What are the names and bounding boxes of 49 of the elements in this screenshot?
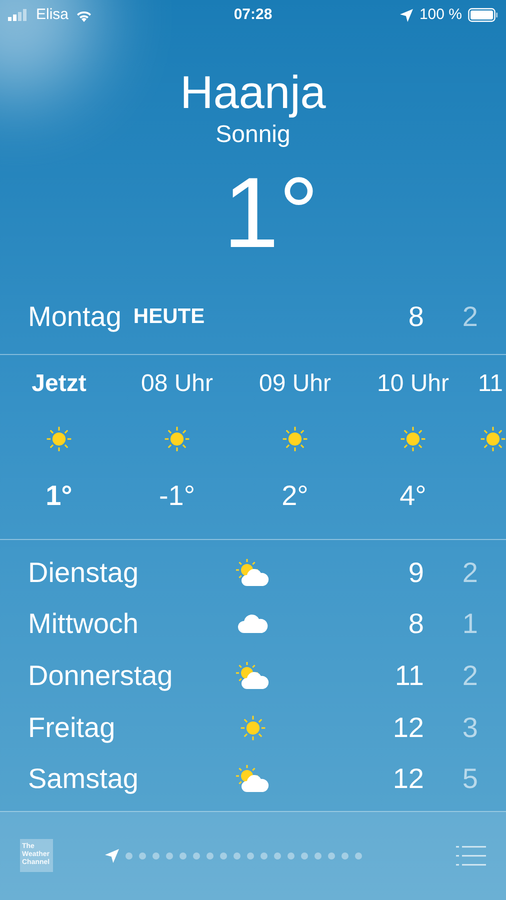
battery-percentage: 100 % (419, 4, 462, 25)
day-name: Montag (28, 300, 122, 334)
hour-temperature: 4° (400, 479, 426, 513)
clock-time: 07:28 (234, 4, 272, 25)
high-temperature: 11 (394, 658, 424, 693)
low-temperature: 1 (461, 607, 478, 642)
hour-temperature: 1° (46, 479, 72, 513)
sun-behind-cloud-icon (235, 660, 271, 691)
high-temperature: 8 (407, 300, 424, 334)
low-temperature: 2 (461, 556, 478, 590)
hour-temperature: 2° (282, 479, 308, 513)
location-arrow-icon[interactable] (104, 848, 118, 863)
page-dots[interactable] (124, 852, 364, 860)
wifi-icon (74, 8, 93, 22)
location-arrow-icon (400, 8, 414, 22)
high-temperature: 8 (407, 607, 424, 642)
day-name: Freitag (28, 710, 116, 745)
high-temperature: 12 (392, 762, 424, 796)
hour-label: 08 Uhr (140, 369, 214, 399)
low-temperature: 3 (461, 710, 478, 745)
sun-icon (398, 424, 428, 454)
high-temperature: 12 (392, 710, 424, 745)
high-temperature: 9 (407, 556, 424, 590)
cloud-icon (237, 613, 269, 636)
sun-icon (478, 424, 506, 454)
low-temperature: 5 (461, 762, 478, 796)
hour-temperature: -1° (158, 479, 196, 513)
today-label: HEUTE (133, 304, 206, 330)
battery-icon (468, 8, 498, 22)
day-name: Dienstag (28, 556, 140, 590)
sun-icon (44, 424, 74, 454)
day-name: Mittwoch (28, 607, 140, 642)
hour-label: 11 (478, 369, 503, 399)
sun-icon (280, 424, 310, 454)
weather-condition: Sonnig (216, 120, 290, 150)
sun-icon (162, 424, 192, 454)
hour-label: 10 Uhr (376, 369, 450, 399)
sun-behind-cloud-icon (235, 558, 271, 588)
day-name: Donnerstag (28, 658, 174, 693)
carrier-name: Elisa (36, 4, 69, 25)
hour-label: Jetzt (32, 369, 86, 399)
low-temperature: 2 (461, 300, 478, 334)
day-name: Samstag (28, 762, 140, 796)
current-temperature: 1° (222, 158, 319, 268)
city-name: Haanja (180, 66, 326, 118)
sun-behind-cloud-icon (235, 764, 271, 794)
low-temperature: 2 (461, 658, 478, 693)
hour-label: 09 Uhr (258, 369, 332, 399)
list-icon[interactable] (456, 844, 486, 867)
